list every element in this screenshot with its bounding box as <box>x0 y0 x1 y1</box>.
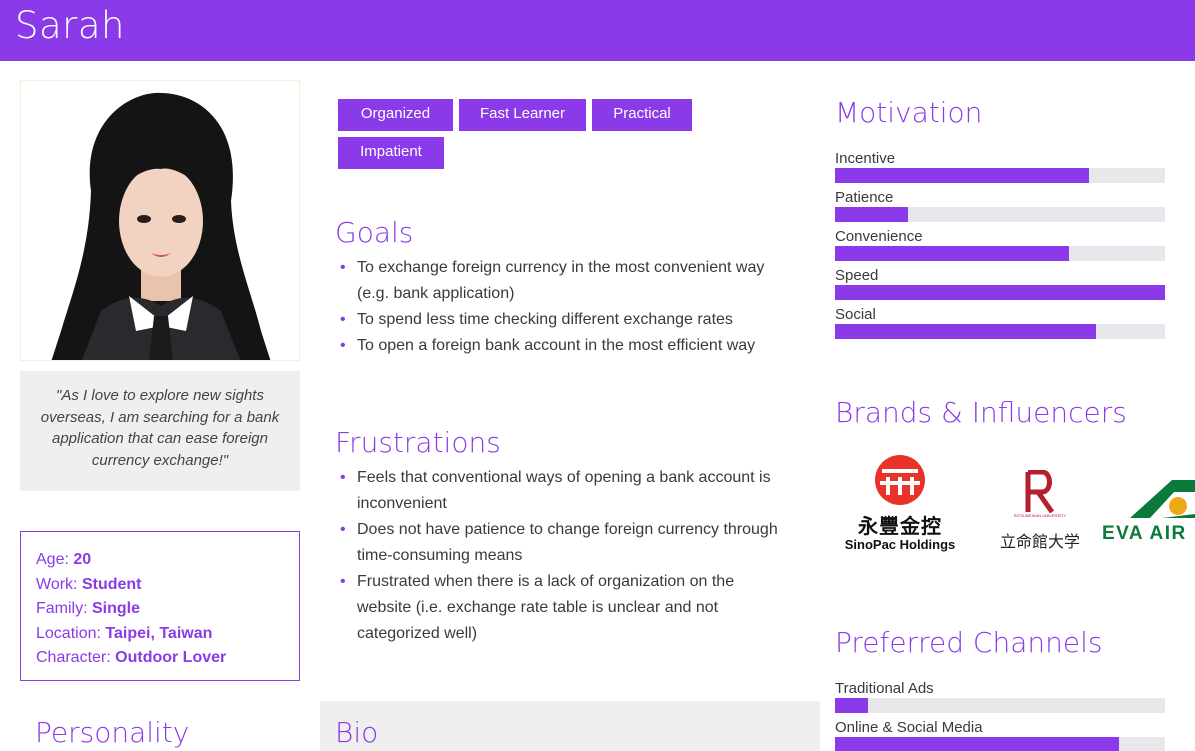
meter-label: Speed <box>835 267 879 284</box>
goal-item: • To exchange foreign currency in the mos… <box>340 259 765 302</box>
bio-panel <box>320 701 820 751</box>
demographics-box: Age: 20 Work: Student Family: Single Loc… <box>20 531 300 681</box>
brands-title: Brands & Influencers <box>835 396 1127 429</box>
meter-track <box>835 246 1165 261</box>
meter-fill <box>835 285 1165 300</box>
motivation-speed: Speed <box>835 266 1165 300</box>
meter-track <box>835 168 1165 183</box>
tag-organized: Organized <box>338 99 453 131</box>
meter-fill <box>835 246 1070 261</box>
goals-list: • To exchange foreign currency in the mos… <box>337 255 782 359</box>
ritsumeikan-chinese: 立命館大学 <box>999 532 1080 551</box>
meter-fill <box>835 737 1119 751</box>
info-character: Character: Outdoor Lover <box>36 649 227 666</box>
personality-title: Personality <box>35 716 190 749</box>
goal-item: • To spend less time checking different e… <box>340 311 733 328</box>
meter-label: Traditional Ads <box>835 680 934 697</box>
sinopac-logo: 永豐金控 SinoPac Holdings <box>840 455 960 555</box>
meter-fill <box>835 698 868 713</box>
sinopac-chinese: 永豐金控 <box>858 514 942 538</box>
frustrations-list: • Feels that conventional ways of opening… <box>337 465 782 647</box>
meter-track <box>835 737 1165 751</box>
meter-track <box>835 207 1165 222</box>
sinopac-english: SinoPac Holdings <box>844 537 956 552</box>
frustration-item: • Feels that conventional ways of opening… <box>340 469 771 512</box>
meter-fill <box>835 324 1096 339</box>
eva-air-logo: EVA AIR <box>1102 478 1195 546</box>
tag-impatient: Impatient <box>338 137 444 169</box>
tag-practical: Practical <box>592 99 692 131</box>
info-work: Work: Student <box>36 575 142 593</box>
portrait-image <box>21 81 299 360</box>
meter-track <box>835 698 1165 713</box>
ritsumeikan-small: RITSUMEIKAN UNIVERSITY <box>1013 513 1067 518</box>
info-age: Age: 20 <box>36 551 92 568</box>
ritsumeikan-logo: RITSUMEIKAN UNIVERSITY 立命館大学 <box>990 469 1090 555</box>
motivation-patience: Patience <box>835 188 1165 222</box>
persona-name: Sarah <box>15 4 125 47</box>
meter-track <box>835 324 1165 339</box>
info-location: Location: Taipei, Taiwan <box>36 624 213 642</box>
goal-item: • To open a foreign bank account in the m… <box>340 337 756 354</box>
goals-title: Goals <box>335 216 414 249</box>
meter-label: Patience <box>835 189 894 206</box>
meter-label: Incentive <box>835 150 896 167</box>
meter-label: Social <box>835 306 876 323</box>
persona-header: Sarah <box>0 0 1195 61</box>
channels-title: Preferred Channels <box>835 626 1103 659</box>
info-family: Family: Single <box>36 600 141 617</box>
channel-traditional-ads: Traditional Ads <box>835 679 1165 713</box>
motivation-title: Motivation <box>835 96 983 129</box>
frustrations-title: Frustrations <box>335 426 501 459</box>
meter-label: Convenience <box>835 228 923 245</box>
persona-photo <box>20 80 300 361</box>
meter-label: Online & Social Media <box>835 719 983 736</box>
bio-title: Bio <box>335 716 379 749</box>
tag-fast-learner: Fast Learner <box>459 99 586 131</box>
frustration-item: • Frustrated when there is a lack of orga… <box>340 573 735 642</box>
motivation-convenience: Convenience <box>835 227 1165 261</box>
meter-track <box>835 285 1165 300</box>
meter-fill <box>835 168 1090 183</box>
motivation-incentive: Incentive <box>835 149 1165 183</box>
eva-air-name: EVA AIR <box>1102 523 1187 544</box>
persona-quote: "As I love to explore new sights oversea… <box>20 371 300 491</box>
frustration-item: • Does not have patience to change foreig… <box>340 521 778 564</box>
eva-air-icon <box>1130 480 1195 518</box>
meter-fill <box>835 207 908 222</box>
channel-online-social: Online & Social Media <box>835 718 1165 751</box>
motivation-social: Social <box>835 305 1165 339</box>
